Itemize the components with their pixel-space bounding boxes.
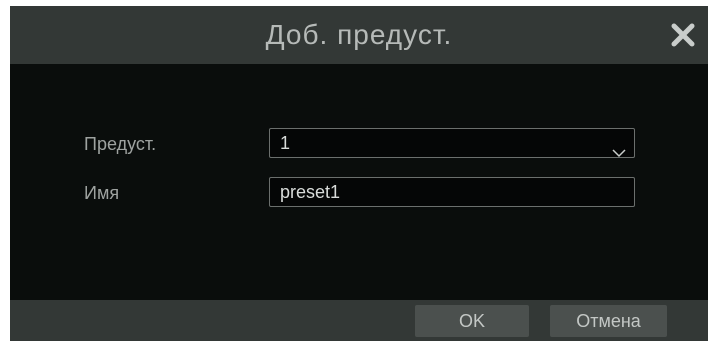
preset-select-value: 1	[280, 133, 291, 153]
name-input[interactable]: preset1	[269, 177, 635, 207]
ok-button[interactable]: OK	[415, 305, 529, 337]
dialog-body: Предуст. 1 Имя preset1	[10, 64, 708, 300]
chevron-down-icon[interactable]	[612, 138, 626, 158]
close-icon[interactable]	[668, 20, 698, 50]
name-label: Имя	[84, 183, 120, 203]
dialog-footer: OK Отмена	[10, 300, 708, 341]
add-preset-dialog: Доб. предуст. Предуст. 1 Имя preset1 OK …	[10, 6, 708, 341]
dialog-titlebar: Доб. предуст.	[10, 6, 708, 64]
preset-label: Предуст.	[84, 134, 157, 154]
preset-select[interactable]: 1	[269, 128, 635, 158]
dialog-title: Доб. предуст.	[265, 19, 453, 50]
cancel-button[interactable]: Отмена	[550, 305, 667, 337]
name-input-value: preset1	[280, 182, 341, 202]
